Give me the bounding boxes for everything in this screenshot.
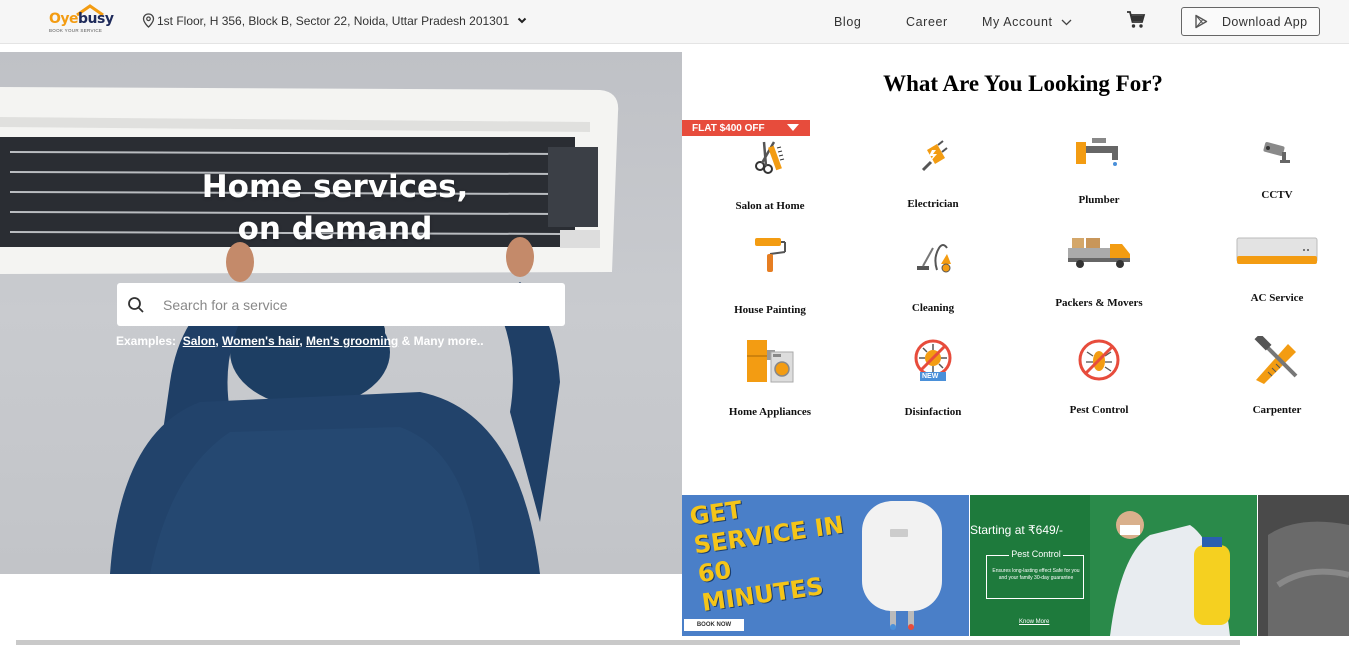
- nav-career[interactable]: Career: [906, 15, 948, 29]
- scissors-comb-icon: [755, 141, 785, 174]
- examples-prefix: Examples:: [116, 334, 177, 348]
- service-house-painting-label: House Painting: [734, 304, 806, 316]
- chevron-down-icon: [517, 17, 527, 24]
- moving-truck-icon: [1068, 238, 1130, 268]
- download-app-label: Download App: [1222, 14, 1308, 29]
- example-link-mens-grooming[interactable]: Men's grooming: [306, 334, 398, 348]
- cctv-camera-icon: [1263, 142, 1290, 163]
- air-conditioner-icon: [1236, 237, 1318, 264]
- service-disinfaction-label: Disinfaction: [904, 406, 962, 418]
- play-store-icon: [1195, 14, 1208, 29]
- service-disinfaction[interactable]: NEW Disinfaction: [863, 338, 1003, 418]
- sofa-cleaning-illustration: [1258, 495, 1349, 636]
- service-salon-at-home-label: Salon at Home: [735, 200, 805, 212]
- service-carpenter-label: Carpenter: [1252, 404, 1302, 416]
- no-cockroach-icon: [1078, 339, 1120, 381]
- banner-geyser-headline: GET SERVICE IN 60 MINUTES: [688, 495, 846, 617]
- service-packers-movers[interactable]: Packers & Movers: [1029, 234, 1169, 309]
- oyebusy-logo[interactable]: Oyebusy BOOK YOUR SERVICE: [47, 4, 114, 36]
- nav-my-account[interactable]: My Account: [982, 15, 1072, 29]
- banner-geyser-cta[interactable]: BOOK NOW: [684, 619, 744, 631]
- service-salon-at-home[interactable]: Salon at Home: [700, 136, 840, 212]
- service-ac-service[interactable]: AC Service: [1207, 236, 1347, 304]
- location-pin-icon: [142, 13, 155, 28]
- banner-pest-cta[interactable]: Know More: [1019, 619, 1049, 625]
- offer-badge[interactable]: FLAT $400 OFF: [682, 120, 810, 136]
- examples-suffix: & Many more..: [401, 334, 484, 348]
- disinfaction-new-badge: NEW: [922, 373, 939, 380]
- tap-icon: [1076, 138, 1118, 166]
- service-cctv[interactable]: CCTV: [1207, 136, 1347, 201]
- example-link-womens-hair[interactable]: Women's hair: [222, 334, 299, 348]
- service-home-appliances[interactable]: Home Appliances: [700, 338, 840, 418]
- service-plumber-label: Plumber: [1078, 194, 1120, 206]
- service-electrician[interactable]: Electrician: [863, 136, 1003, 210]
- banner-geyser-service[interactable]: GET SERVICE IN 60 MINUTES BOOK NOW: [682, 495, 969, 636]
- hammer-saw-icon: [1254, 336, 1298, 384]
- banner-pest-desc: Ensures long-lasting effect Safe for you…: [992, 568, 1080, 581]
- hero-title-line2: on demand: [237, 211, 433, 247]
- cart-icon[interactable]: [1126, 10, 1146, 30]
- service-carpenter[interactable]: Carpenter: [1207, 336, 1347, 416]
- pest-control-worker-illustration: [1090, 495, 1257, 636]
- nav-blog[interactable]: Blog: [834, 15, 861, 29]
- service-house-painting[interactable]: House Painting: [700, 234, 840, 316]
- hero-section: Home services, on demand Examples: Salon…: [0, 52, 682, 574]
- offer-badge-text: FLAT $400 OFF: [692, 122, 765, 134]
- location-text: 1st Floor, H 356, Block B, Sector 22, No…: [157, 13, 510, 28]
- example-link-salon[interactable]: Salon: [183, 334, 216, 348]
- service-cctv-label: CCTV: [1261, 189, 1293, 201]
- banner-pest-title: Pest Control: [1009, 549, 1063, 559]
- appliances-icon: [747, 340, 794, 383]
- service-ac-service-label: AC Service: [1250, 292, 1304, 304]
- caret-down-icon: [787, 124, 799, 131]
- service-pest-control-label: Pest Control: [1069, 404, 1129, 416]
- service-cleaning-label: Cleaning: [911, 302, 955, 314]
- service-pest-control[interactable]: Pest Control: [1029, 338, 1169, 416]
- service-home-appliances-label: Home Appliances: [728, 406, 812, 418]
- logo-wordmark: Oyebusy: [49, 11, 114, 27]
- banner-pest-price: Starting at ₹649/-: [970, 523, 1064, 537]
- search-examples: Examples: Salon, Women's hair, Men's gro…: [116, 334, 484, 348]
- service-plumber[interactable]: Plumber: [1029, 134, 1169, 206]
- search-icon: [128, 296, 144, 313]
- water-heater-illustration: [862, 501, 942, 630]
- banner-pest-control[interactable]: Starting at ₹649/- Pest Control Ensures …: [970, 495, 1257, 636]
- services-section-title: What Are You Looking For?: [883, 71, 1163, 96]
- download-app-button[interactable]: Download App: [1181, 7, 1320, 36]
- plug-icon: [921, 140, 948, 172]
- horizontal-scrollbar[interactable]: [16, 640, 1240, 645]
- top-bar: Oyebusy BOOK YOUR SERVICE 1st Floor, H 3…: [0, 0, 1349, 44]
- hero-title-line1: Home services,: [201, 169, 469, 205]
- hero-title: Home services, on demand: [170, 166, 500, 250]
- chevron-down-icon: [1061, 19, 1072, 25]
- vacuum-cleaner-icon: [917, 244, 951, 273]
- logo-tagline: BOOK YOUR SERVICE: [49, 28, 103, 33]
- paint-roller-icon: [755, 238, 786, 272]
- service-cleaning[interactable]: Cleaning: [863, 234, 1003, 314]
- nav-my-account-label: My Account: [982, 15, 1053, 29]
- service-search-box[interactable]: [117, 283, 565, 326]
- service-electrician-label: Electrician: [907, 198, 959, 210]
- location-selector[interactable]: 1st Floor, H 356, Block B, Sector 22, No…: [142, 13, 529, 28]
- banner-sofa-cleaning[interactable]: [1258, 495, 1349, 636]
- banner-pest-infobox: Pest Control Ensures long-lasting effect…: [986, 549, 1084, 599]
- search-input[interactable]: [163, 296, 543, 313]
- service-packers-movers-label: Packers & Movers: [1055, 297, 1143, 309]
